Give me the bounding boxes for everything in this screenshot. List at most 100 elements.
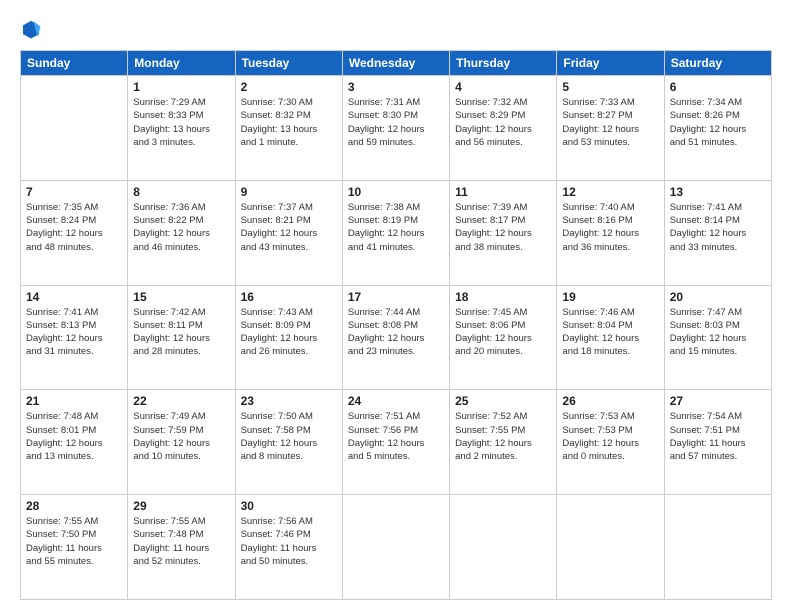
calendar-cell [21, 76, 128, 181]
day-info: Sunrise: 7:32 AMSunset: 8:29 PMDaylight:… [455, 96, 551, 149]
day-header-sunday: Sunday [21, 51, 128, 76]
calendar-cell: 11 Sunrise: 7:39 AMSunset: 8:17 PMDayligh… [450, 180, 557, 285]
calendar-cell: 10Sunrise: 7:38 AMSunset: 8:19 PMDayligh… [342, 180, 449, 285]
calendar-cell: 13 Sunrise: 7:41 AMSunset: 8:14 PMDayligh… [664, 180, 771, 285]
day-info: Sunrise: 7:43 AMSunset: 8:09 PMDaylight:… [241, 306, 337, 359]
day-number: 24 [348, 394, 444, 408]
day-number: 4 [455, 80, 551, 94]
calendar-cell: 15 Sunrise: 7:42 AMSunset: 8:11 PMDayligh… [128, 285, 235, 390]
calendar-cell: 17 Sunrise: 7:44 AMSunset: 8:08 PMDayligh… [342, 285, 449, 390]
calendar-cell: 2 Sunrise: 7:30 AMSunset: 8:32 PMDaylight… [235, 76, 342, 181]
day-number: 11 [455, 185, 551, 199]
logo [20, 18, 46, 40]
calendar-cell: 12 Sunrise: 7:40 AMSunset: 8:16 PMDayligh… [557, 180, 664, 285]
calendar-cell: 8 Sunrise: 7:36 AMSunset: 8:22 PMDaylight… [128, 180, 235, 285]
calendar-cell: 7 Sunrise: 7:35 AMSunset: 8:24 PMDaylight… [21, 180, 128, 285]
calendar-cell: 20 Sunrise: 7:47 AMSunset: 8:03 PMDayligh… [664, 285, 771, 390]
day-header-thursday: Thursday [450, 51, 557, 76]
calendar-cell: 14 Sunrise: 7:41 AMSunset: 8:13 PMDayligh… [21, 285, 128, 390]
day-number: 20 [670, 290, 766, 304]
calendar-cell [664, 495, 771, 600]
day-number: 9 [241, 185, 337, 199]
day-number: 12 [562, 185, 658, 199]
day-info: Sunrise: 7:56 AMSunset: 7:46 PMDaylight:… [241, 515, 337, 568]
calendar-cell: 19 Sunrise: 7:46 AMSunset: 8:04 PMDayligh… [557, 285, 664, 390]
day-info: Sunrise: 7:54 AMSunset: 7:51 PMDaylight:… [670, 410, 766, 463]
day-info: Sunrise: 7:45 AMSunset: 8:06 PMDaylight:… [455, 306, 551, 359]
day-info: Sunrise: 7:29 AMSunset: 8:33 PMDaylight:… [133, 96, 229, 149]
calendar-cell: 6 Sunrise: 7:34 AMSunset: 8:26 PMDaylight… [664, 76, 771, 181]
day-info: Sunrise: 7:37 AMSunset: 8:21 PMDaylight:… [241, 201, 337, 254]
calendar-cell: 28 Sunrise: 7:55 AMSunset: 7:50 PMDayligh… [21, 495, 128, 600]
calendar-cell: 27 Sunrise: 7:54 AMSunset: 7:51 PMDayligh… [664, 390, 771, 495]
calendar-cell [450, 495, 557, 600]
logo-icon [20, 18, 42, 40]
day-number: 26 [562, 394, 658, 408]
day-info: Sunrise: 7:49 AMSunset: 7:59 PMDaylight:… [133, 410, 229, 463]
day-number: 10 [348, 185, 444, 199]
calendar-cell: 5 Sunrise: 7:33 AMSunset: 8:27 PMDaylight… [557, 76, 664, 181]
day-info: Sunrise: 7:30 AMSunset: 8:32 PMDaylight:… [241, 96, 337, 149]
day-info: Sunrise: 7:39 AMSunset: 8:17 PMDaylight:… [455, 201, 551, 254]
calendar-cell: 1 Sunrise: 7:29 AMSunset: 8:33 PMDaylight… [128, 76, 235, 181]
day-info: Sunrise: 7:40 AMSunset: 8:16 PMDaylight:… [562, 201, 658, 254]
day-number: 2 [241, 80, 337, 94]
calendar-cell: 30 Sunrise: 7:56 AMSunset: 7:46 PMDayligh… [235, 495, 342, 600]
day-info: Sunrise: 7:41 AMSunset: 8:13 PMDaylight:… [26, 306, 122, 359]
day-info: Sunrise: 7:34 AMSunset: 8:26 PMDaylight:… [670, 96, 766, 149]
day-number: 22 [133, 394, 229, 408]
day-header-tuesday: Tuesday [235, 51, 342, 76]
day-number: 27 [670, 394, 766, 408]
day-number: 14 [26, 290, 122, 304]
calendar: SundayMondayTuesdayWednesdayThursdayFrid… [20, 50, 772, 600]
day-info: Sunrise: 7:55 AMSunset: 7:50 PMDaylight:… [26, 515, 122, 568]
day-header-wednesday: Wednesday [342, 51, 449, 76]
calendar-cell: 22 Sunrise: 7:49 AMSunset: 7:59 PMDayligh… [128, 390, 235, 495]
day-number: 30 [241, 499, 337, 513]
day-number: 15 [133, 290, 229, 304]
day-number: 19 [562, 290, 658, 304]
day-info: Sunrise: 7:47 AMSunset: 8:03 PMDaylight:… [670, 306, 766, 359]
day-info: Sunrise: 7:42 AMSunset: 8:11 PMDaylight:… [133, 306, 229, 359]
day-info: Sunrise: 7:31 AMSunset: 8:30 PMDaylight:… [348, 96, 444, 149]
day-number: 16 [241, 290, 337, 304]
day-info: Sunrise: 7:44 AMSunset: 8:08 PMDaylight:… [348, 306, 444, 359]
day-info: Sunrise: 7:50 AMSunset: 7:58 PMDaylight:… [241, 410, 337, 463]
day-number: 21 [26, 394, 122, 408]
day-number: 5 [562, 80, 658, 94]
calendar-cell: 25 Sunrise: 7:52 AMSunset: 7:55 PMDayligh… [450, 390, 557, 495]
day-number: 25 [455, 394, 551, 408]
day-number: 13 [670, 185, 766, 199]
day-number: 3 [348, 80, 444, 94]
day-number: 23 [241, 394, 337, 408]
day-info: Sunrise: 7:52 AMSunset: 7:55 PMDaylight:… [455, 410, 551, 463]
day-info: Sunrise: 7:53 AMSunset: 7:53 PMDaylight:… [562, 410, 658, 463]
day-info: Sunrise: 7:41 AMSunset: 8:14 PMDaylight:… [670, 201, 766, 254]
day-header-saturday: Saturday [664, 51, 771, 76]
calendar-cell [557, 495, 664, 600]
day-info: Sunrise: 7:55 AMSunset: 7:48 PMDaylight:… [133, 515, 229, 568]
day-number: 6 [670, 80, 766, 94]
day-number: 8 [133, 185, 229, 199]
day-info: Sunrise: 7:46 AMSunset: 8:04 PMDaylight:… [562, 306, 658, 359]
day-number: 1 [133, 80, 229, 94]
day-header-friday: Friday [557, 51, 664, 76]
calendar-cell: 3 Sunrise: 7:31 AMSunset: 8:30 PMDaylight… [342, 76, 449, 181]
day-number: 28 [26, 499, 122, 513]
calendar-cell: 24 Sunrise: 7:51 AMSunset: 7:56 PMDayligh… [342, 390, 449, 495]
day-number: 17 [348, 290, 444, 304]
header [20, 18, 772, 40]
calendar-cell: 16 Sunrise: 7:43 AMSunset: 8:09 PMDayligh… [235, 285, 342, 390]
day-number: 29 [133, 499, 229, 513]
day-info: Sunrise: 7:33 AMSunset: 8:27 PMDaylight:… [562, 96, 658, 149]
calendar-cell: 18 Sunrise: 7:45 AMSunset: 8:06 PMDayligh… [450, 285, 557, 390]
calendar-cell: 4 Sunrise: 7:32 AMSunset: 8:29 PMDaylight… [450, 76, 557, 181]
day-number: 7 [26, 185, 122, 199]
calendar-cell: 29 Sunrise: 7:55 AMSunset: 7:48 PMDayligh… [128, 495, 235, 600]
day-info: Sunrise: 7:51 AMSunset: 7:56 PMDaylight:… [348, 410, 444, 463]
day-info: Sunrise: 7:48 AMSunset: 8:01 PMDaylight:… [26, 410, 122, 463]
calendar-cell: 21 Sunrise: 7:48 AMSunset: 8:01 PMDayligh… [21, 390, 128, 495]
day-number: 18 [455, 290, 551, 304]
day-info: Sunrise: 7:35 AMSunset: 8:24 PMDaylight:… [26, 201, 122, 254]
day-info: Sunrise: 7:36 AMSunset: 8:22 PMDaylight:… [133, 201, 229, 254]
